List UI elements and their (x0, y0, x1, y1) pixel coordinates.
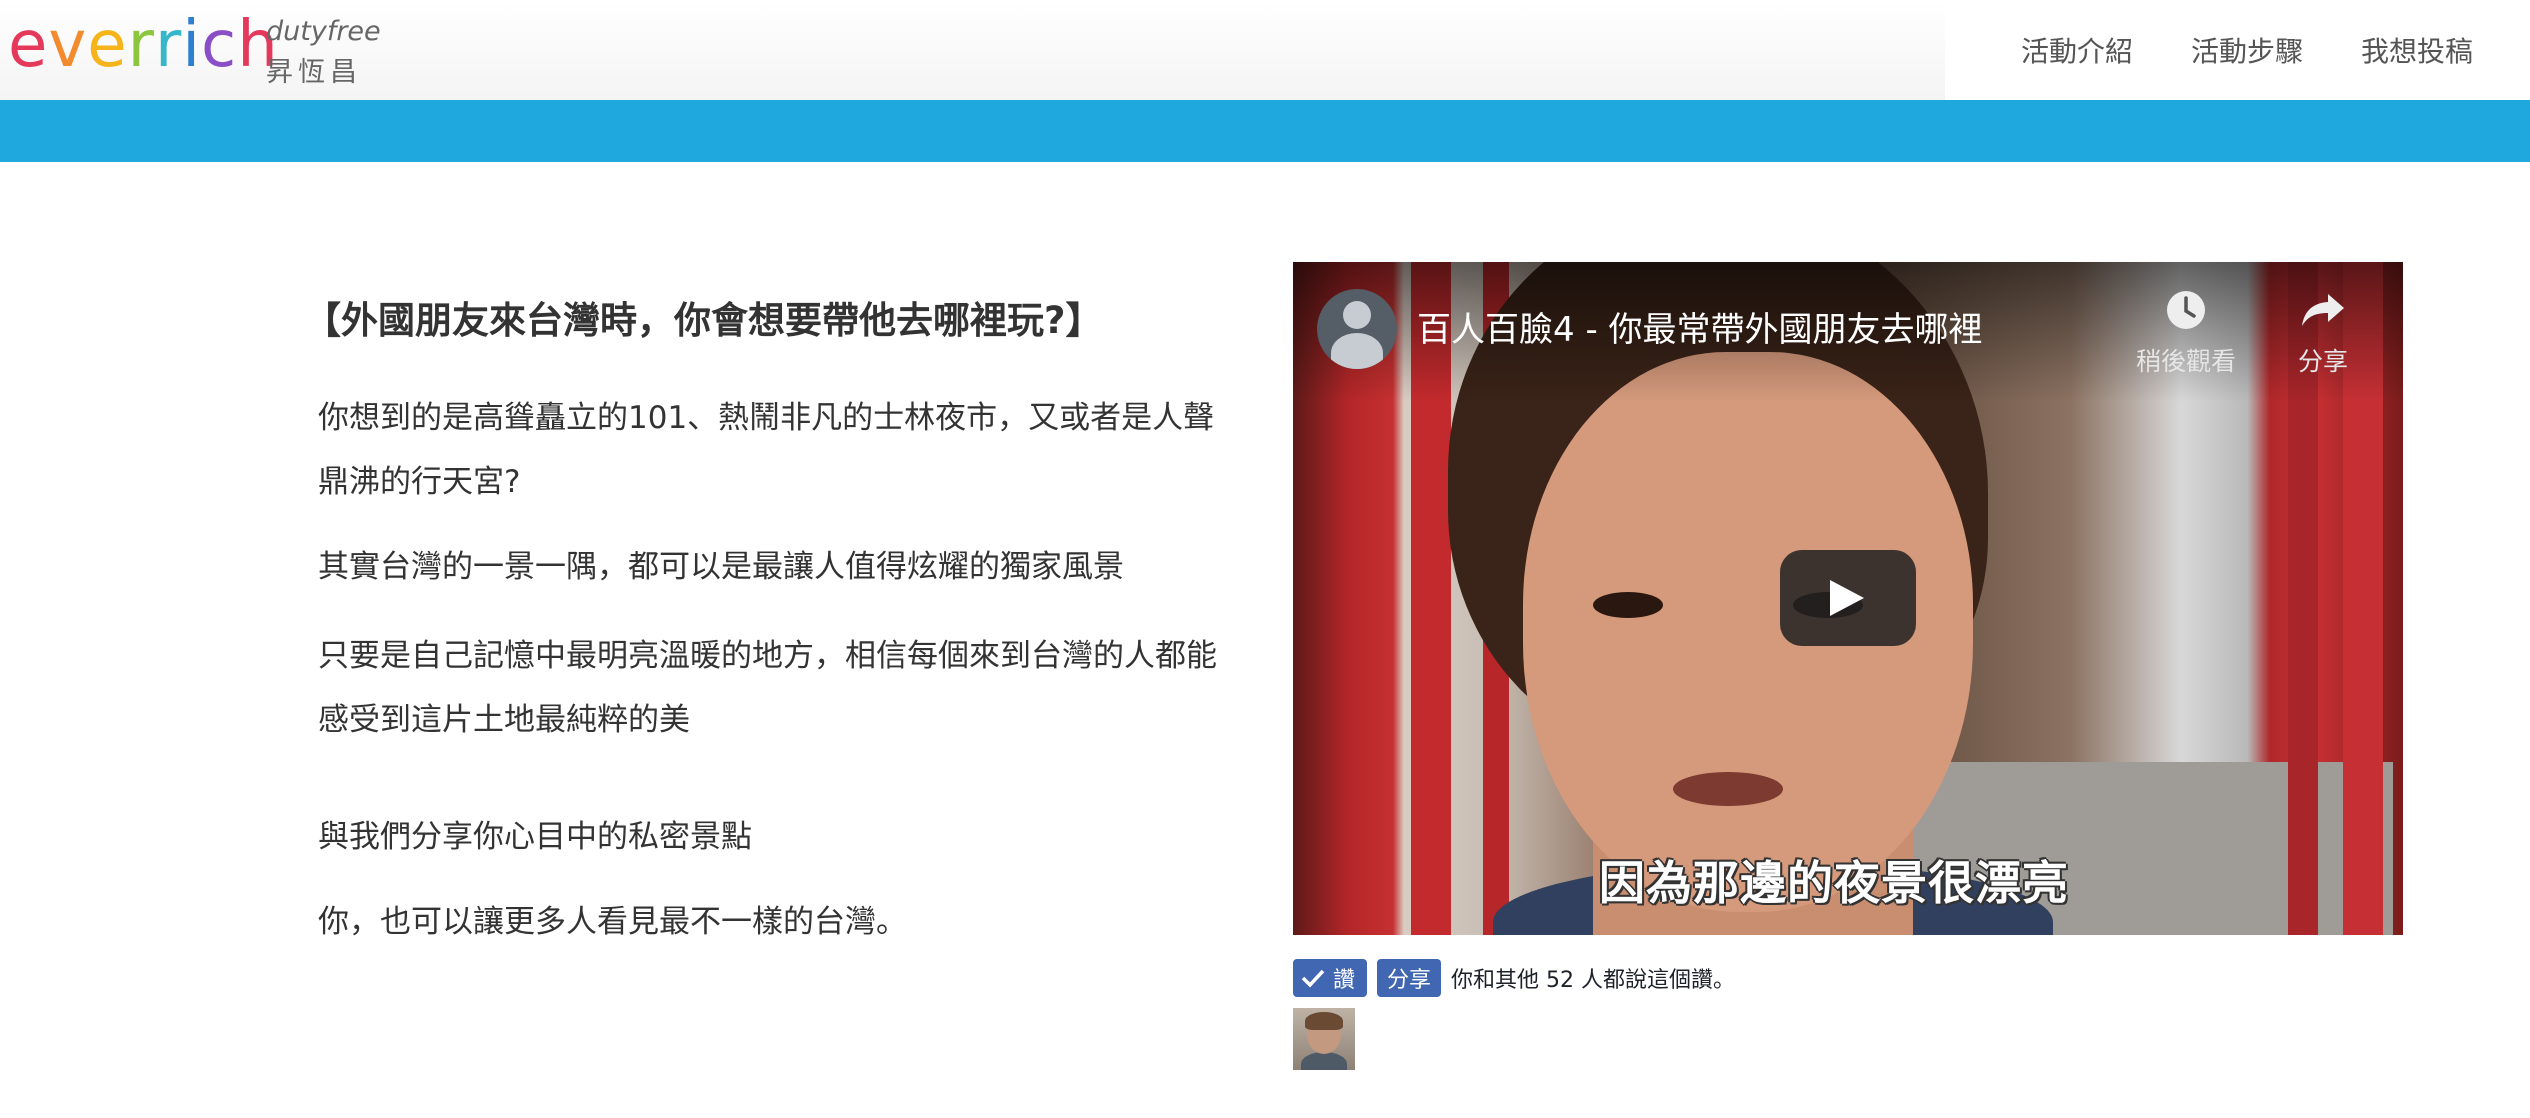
like-summary-text: 你和其他 52 人都說這個讚。 (1451, 968, 1736, 993)
logo-letter: v (48, 8, 88, 82)
logo-letter: r (127, 8, 155, 82)
like-label: 讚 (1333, 968, 1356, 993)
play-button[interactable] (1780, 550, 1916, 646)
nav-item-submit[interactable]: 我想投稿 (2361, 30, 2473, 70)
share-arrow-icon (2302, 294, 2344, 326)
play-icon (1830, 580, 1864, 616)
accent-banner-bar (0, 100, 2530, 162)
intro-paragraph: 你，也可以讓更多人看見最不一樣的台灣。 (318, 904, 907, 940)
intro-paragraph: 只要是自己記憶中最明亮溫暖的地方，相信每個來到台灣的人都能感受到這片土地最純粹的… (318, 638, 1217, 738)
friend-avatar[interactable] (1293, 1008, 1355, 1070)
video-share-label: 分享 (2297, 347, 2348, 376)
facebook-share-button[interactable]: 分享 (1377, 959, 1442, 997)
video-caption: 因為那邊的夜景很漂亮 (1599, 856, 2069, 910)
logo-dutyfree-text: dutyfree (266, 16, 381, 47)
logo-letter: c (201, 8, 238, 82)
watch-later-button[interactable]: 稍後觀看 (2131, 288, 2241, 378)
intro-paragraph: 與我們分享你心目中的私密景點 (318, 819, 752, 855)
logo-letter: e (87, 8, 128, 82)
watch-later-label: 稍後觀看 (2135, 347, 2236, 376)
video-title[interactable]: 百人百臉4 - 你最常帶外國朋友去哪裡 (1417, 302, 1983, 351)
logo-letter: i (182, 8, 202, 82)
logo-wordmark: everrich (8, 10, 279, 80)
intro-headline: 【外國朋友來台灣時，你會想要帶他去哪裡玩?】 (304, 299, 1103, 342)
logo-letter: r (154, 8, 183, 82)
facebook-like-button[interactable]: 讚 (1293, 959, 1368, 997)
nav-item-activity-steps[interactable]: 活動步驟 (2191, 30, 2303, 70)
logo-chinese-name: 昇恆昌 (266, 57, 362, 88)
intro-paragraph: 其實台灣的一景一隅，都可以是最讓人值得炫耀的獨家風景 (318, 549, 1124, 585)
main-nav: 活動介紹 活動步驟 我想投稿 (2021, 0, 2530, 100)
facebook-like-box: 讚 分享 你和其他 52 人都說這個讚。 (1293, 958, 1735, 998)
everrich-logo[interactable]: everrich dutyfree 昇恆昌 (8, 4, 381, 96)
channel-avatar-icon[interactable] (1317, 289, 1397, 369)
logo-letter: e (8, 8, 49, 82)
checkmark-icon (1301, 969, 1325, 988)
clock-icon (2167, 291, 2205, 329)
nav-item-activity-intro[interactable]: 活動介紹 (2021, 30, 2133, 70)
youtube-video-player[interactable]: 百人百臉4 - 你最常帶外國朋友去哪裡 稍後觀看 分享 因為那邊的夜景很漂亮 (1293, 262, 2403, 935)
video-share-button[interactable]: 分享 (2283, 288, 2363, 378)
intro-paragraph: 你想到的是高聳矗立的101、熱鬧非凡的士林夜市，又或者是人聲鼎沸的行天宮? (318, 400, 1215, 500)
